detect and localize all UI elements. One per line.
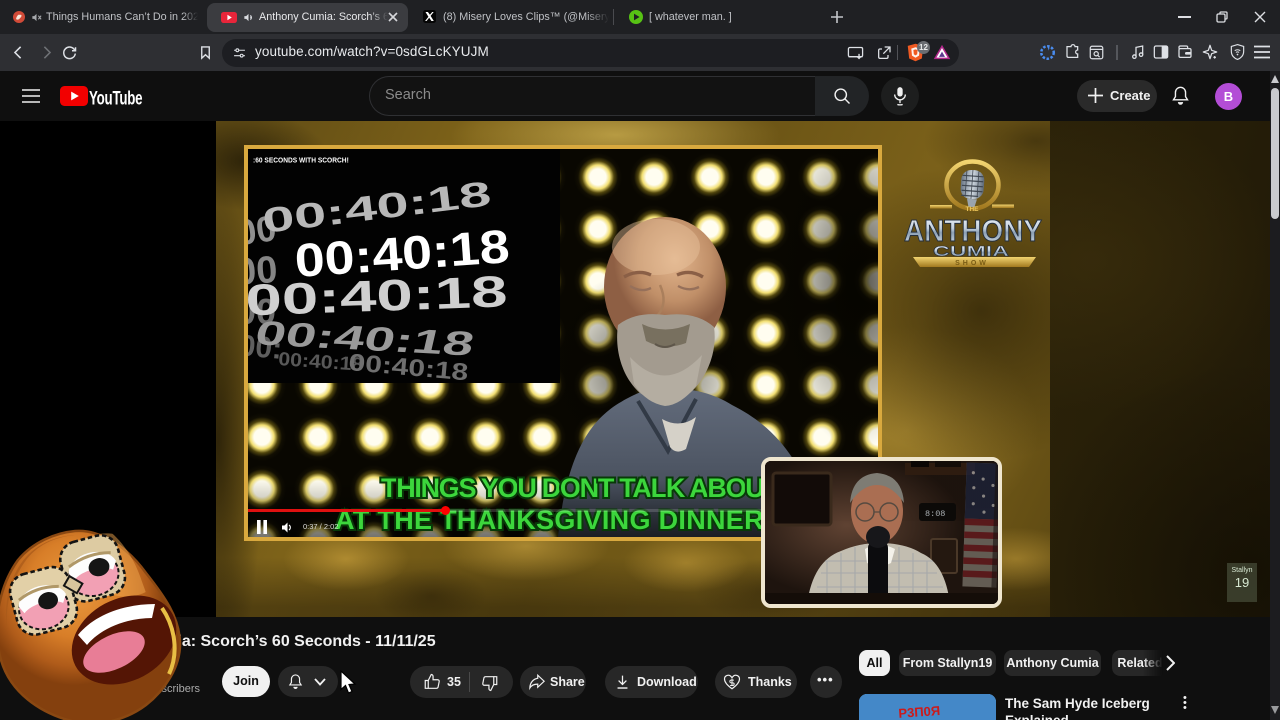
svg-text:THINGS YOU DONT TALK ABOUT: THINGS YOU DONT TALK ABOUT [381,473,781,503]
svg-text:THE: THE [966,206,980,213]
svg-text:P3П0Я: P3П0Я [898,703,941,720]
svg-text:SHOW: SHOW [955,260,989,267]
svg-text:8:08: 8:08 [925,509,945,519]
